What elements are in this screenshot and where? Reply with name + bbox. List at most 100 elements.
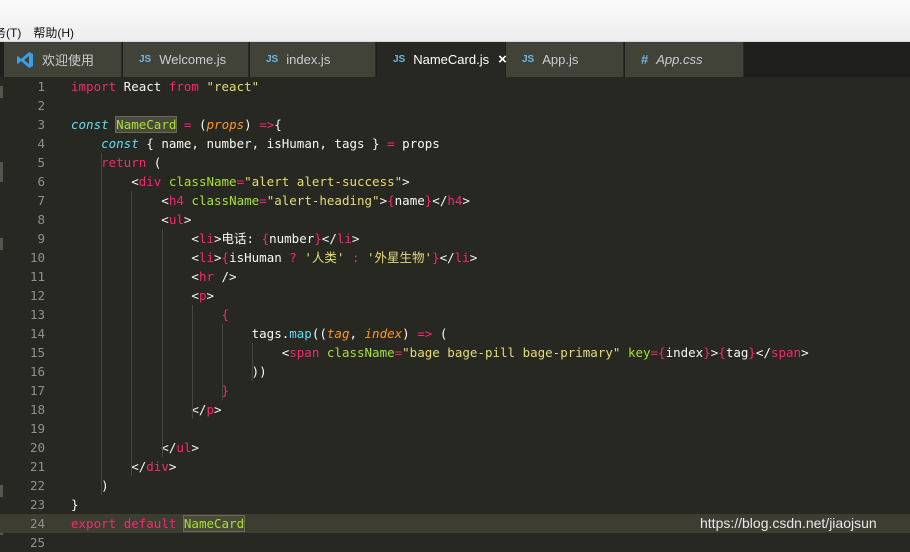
code-token: ? bbox=[289, 250, 297, 265]
menu-items: 务(T) 帮助(H) bbox=[0, 24, 86, 42]
js-file-icon: JS bbox=[522, 54, 535, 65]
code-line[interactable]: 2 bbox=[0, 96, 910, 115]
code-token: li bbox=[198, 250, 214, 265]
code-line[interactable]: 10 <li>{isHuman ? '人类' : '外星生物'}</li> bbox=[0, 248, 910, 267]
code-line[interactable]: 22 ) bbox=[0, 476, 910, 495]
indent-guide bbox=[161, 229, 163, 457]
code-token: h4 bbox=[447, 193, 463, 208]
code-line[interactable]: 25 bbox=[0, 533, 910, 552]
code-editor[interactable]: 1 import React from "react" 2 3 const NameCa… bbox=[0, 77, 910, 550]
code-token: </ bbox=[321, 231, 337, 246]
tab-app-css[interactable]: # App.css bbox=[625, 42, 744, 77]
code-token: li bbox=[454, 250, 470, 265]
code-line[interactable]: 8 <ul> bbox=[0, 210, 910, 229]
tab-label: Welcome.js bbox=[159, 52, 227, 67]
code-line[interactable]: 3 const NameCard = (props) =>{ bbox=[0, 115, 910, 134]
code-token: from bbox=[168, 79, 199, 94]
tab-label: App.css bbox=[656, 52, 703, 67]
code-token: hr bbox=[198, 269, 214, 284]
vscode-icon bbox=[17, 51, 33, 68]
tab-label: index.js bbox=[286, 52, 331, 67]
code-token: "bage bage-pill bage-primary" bbox=[402, 345, 621, 360]
line-number: 5 bbox=[37, 155, 45, 170]
tab-index-js[interactable]: JS index.js bbox=[250, 42, 376, 77]
code-line[interactable]: 1 import React from "react" bbox=[0, 77, 910, 96]
code-line[interactable]: 4 const { name, number, isHuman, tags } … bbox=[0, 134, 910, 153]
code-line[interactable]: 19 bbox=[0, 419, 910, 438]
tab-namecard-js[interactable]: JS NameCard.js × bbox=[377, 42, 507, 77]
code-token: export bbox=[71, 516, 117, 531]
code-line[interactable]: 6 <div className="alert alert-success"> bbox=[0, 172, 910, 191]
code-token: { bbox=[274, 117, 282, 132]
code-token: { name, number, isHuman, tags } bbox=[138, 136, 388, 151]
code-text: <span className="bage bage-pill bage-pri… bbox=[71, 343, 809, 362]
menu-item[interactable]: 务(T) bbox=[0, 24, 27, 42]
code-line[interactable]: 13 { bbox=[0, 305, 910, 324]
code-line[interactable]: 5 return ( bbox=[0, 153, 910, 172]
code-token: key bbox=[627, 345, 651, 360]
code-line[interactable]: 23} bbox=[0, 495, 910, 514]
code-line[interactable]: 17 } bbox=[0, 381, 910, 400]
line-number: 17 bbox=[29, 383, 45, 398]
line-number: 13 bbox=[29, 307, 45, 322]
code-token: name bbox=[394, 193, 425, 208]
indent-guide bbox=[222, 324, 223, 400]
code-token: div bbox=[146, 459, 169, 474]
tab-app-js[interactable]: JS App.js bbox=[506, 42, 624, 77]
code-token: (( bbox=[311, 326, 327, 341]
code-token: } bbox=[432, 250, 440, 265]
line-number: 10 bbox=[29, 250, 45, 265]
menu-item[interactable]: 帮助(H) bbox=[33, 24, 80, 42]
code-token: props bbox=[394, 136, 440, 151]
code-token: ( bbox=[191, 117, 207, 132]
code-token: tag bbox=[326, 326, 350, 341]
code-token: className bbox=[168, 174, 237, 189]
code-token: React bbox=[116, 79, 169, 94]
code-line[interactable]: 21 </div> bbox=[0, 457, 910, 476]
line-number: 24 bbox=[29, 516, 45, 531]
code-token: > bbox=[469, 250, 478, 265]
code-line[interactable]: 11 <hr /> bbox=[0, 267, 910, 286]
code-token: { bbox=[718, 345, 726, 360]
code-token: < bbox=[71, 269, 199, 284]
code-token: NameCard bbox=[115, 116, 178, 133]
code-text: </p> bbox=[71, 400, 221, 419]
code-line[interactable]: 20 </ul> bbox=[0, 438, 910, 457]
code-token: => bbox=[417, 326, 433, 341]
code-token: default bbox=[123, 516, 177, 531]
code-token: className bbox=[191, 193, 260, 208]
code-token: { bbox=[221, 307, 230, 322]
code-token: const bbox=[101, 136, 139, 151]
code-text: </div> bbox=[71, 457, 176, 476]
line-number: 15 bbox=[29, 345, 45, 360]
code-line[interactable]: 18 </p> bbox=[0, 400, 910, 419]
code-token: div bbox=[138, 174, 162, 189]
code-text: export default NameCard bbox=[71, 514, 246, 533]
code-token: '人类' bbox=[304, 250, 345, 265]
code-text: <hr /> bbox=[71, 267, 236, 286]
code-token: </ bbox=[432, 193, 448, 208]
code-text: </ul> bbox=[71, 438, 199, 457]
code-line[interactable]: 9 <li>电话: {number}</li> bbox=[0, 229, 910, 248]
code-text: import React from "react" bbox=[71, 77, 259, 96]
code-token: > bbox=[801, 345, 809, 360]
tab-welcome-js[interactable]: JS Welcome.js bbox=[123, 42, 249, 77]
code-text: const NameCard = (props) =>{ bbox=[71, 115, 282, 134]
tab-welcome[interactable]: 欢迎使用 bbox=[4, 42, 122, 77]
code-line[interactable]: 12 <p> bbox=[0, 286, 910, 305]
code-line[interactable]: 14 tags.map((tag, index) => ( bbox=[0, 324, 910, 343]
code-text: } bbox=[71, 495, 79, 514]
code-line[interactable]: 7 <h4 className="alert-heading">{name}</… bbox=[0, 191, 910, 210]
line-number: 20 bbox=[29, 440, 45, 455]
code-line[interactable]: 16 )) bbox=[0, 362, 910, 381]
code-text: <div className="alert alert-success"> bbox=[71, 172, 409, 191]
code-token: </ bbox=[439, 250, 455, 265]
code-line[interactable]: 15 <span className="bage bage-pill bage-… bbox=[0, 343, 910, 362]
line-number: 23 bbox=[29, 497, 45, 512]
line-number: 25 bbox=[29, 535, 45, 550]
